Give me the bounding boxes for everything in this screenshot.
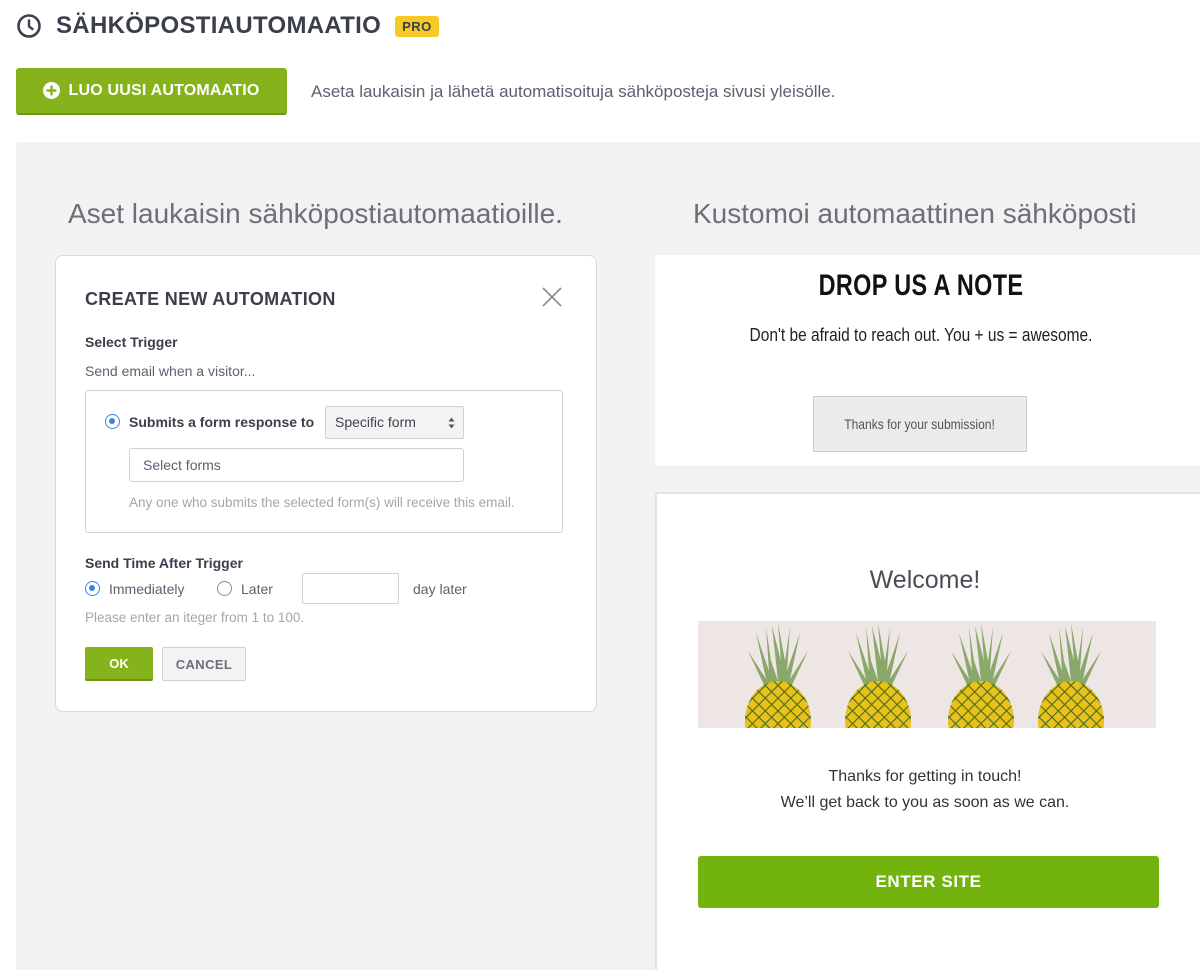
day-later-label: day later xyxy=(413,581,467,597)
later-radio[interactable] xyxy=(217,581,232,596)
ok-button[interactable]: OK xyxy=(85,647,153,681)
enter-site-button: ENTER SITE xyxy=(698,856,1159,908)
clock-icon xyxy=(16,13,42,39)
welcome-line-2: We’ll get back to you as soon as we can. xyxy=(780,794,1070,811)
close-icon[interactable] xyxy=(541,286,563,308)
note-email-preview[interactable]: DROP US A NOTE Don't be afraid to reach … xyxy=(655,255,1200,466)
page-title: SÄHKÖPOSTIAUTOMAATIO xyxy=(56,12,382,39)
create-automation-label: LUO UUSI AUTOMAATIO xyxy=(68,81,260,99)
action-description: Aseta laukaisin ja lähetä automatisoituj… xyxy=(311,81,836,101)
create-automation-button[interactable]: LUO UUSI AUTOMAATIO xyxy=(16,68,287,115)
trigger-intro: Send email when a visitor... xyxy=(85,363,256,379)
select-arrows-icon xyxy=(448,416,455,430)
send-time-label: Send Time After Trigger xyxy=(85,555,243,571)
select-trigger-label: Select Trigger xyxy=(85,334,178,350)
trigger-box: Submits a form response to Specific form… xyxy=(85,390,563,533)
page-header: SÄHKÖPOSTIAUTOMAATIO PRO xyxy=(16,10,439,42)
immediately-label: Immediately xyxy=(109,581,185,597)
select-forms-input[interactable]: Select forms xyxy=(129,448,464,482)
note-title: DROP US A NOTE xyxy=(818,269,1024,302)
integer-hint: Please enter an iteger from 1 to 100. xyxy=(85,610,305,625)
trigger-hint: Any one who submits the selected form(s)… xyxy=(129,495,515,510)
customize-heading: Kustomoi automaattinen sähköposti xyxy=(693,198,1137,229)
note-subtitle: Don't be afraid to reach out. You + us =… xyxy=(749,325,1093,345)
later-label: Later xyxy=(241,581,273,597)
form-scope-value: Specific form xyxy=(335,414,416,430)
action-row: LUO UUSI AUTOMAATIO Aseta laukaisin ja l… xyxy=(16,68,835,115)
pineapple-banner-image xyxy=(698,621,1156,728)
cancel-button[interactable]: CANCEL xyxy=(162,647,246,681)
submission-button: Thanks for your submission! xyxy=(813,396,1027,452)
later-days-input[interactable] xyxy=(302,573,399,604)
create-automation-dialog: CREATE NEW AUTOMATION Select Trigger Sen… xyxy=(55,255,597,712)
immediately-radio[interactable] xyxy=(85,581,100,596)
dialog-title: CREATE NEW AUTOMATION xyxy=(85,289,336,309)
submission-button-label: Thanks for your submission! xyxy=(844,416,996,432)
welcome-line-1: Thanks for getting in touch! xyxy=(828,768,1022,785)
trigger-heading: Aset laukaisin sähköpostiautomaatioille. xyxy=(68,198,563,229)
select-forms-placeholder: Select forms xyxy=(143,457,221,473)
form-scope-select[interactable]: Specific form xyxy=(325,406,464,439)
form-response-radio[interactable] xyxy=(105,414,120,429)
welcome-email-preview[interactable]: Welcome! Thanks for getting in touch! We… xyxy=(655,492,1200,970)
plus-circle-icon xyxy=(43,82,61,99)
welcome-title: Welcome! xyxy=(869,566,981,594)
form-response-label: Submits a form response to xyxy=(129,414,315,430)
pro-badge: PRO xyxy=(395,15,439,37)
